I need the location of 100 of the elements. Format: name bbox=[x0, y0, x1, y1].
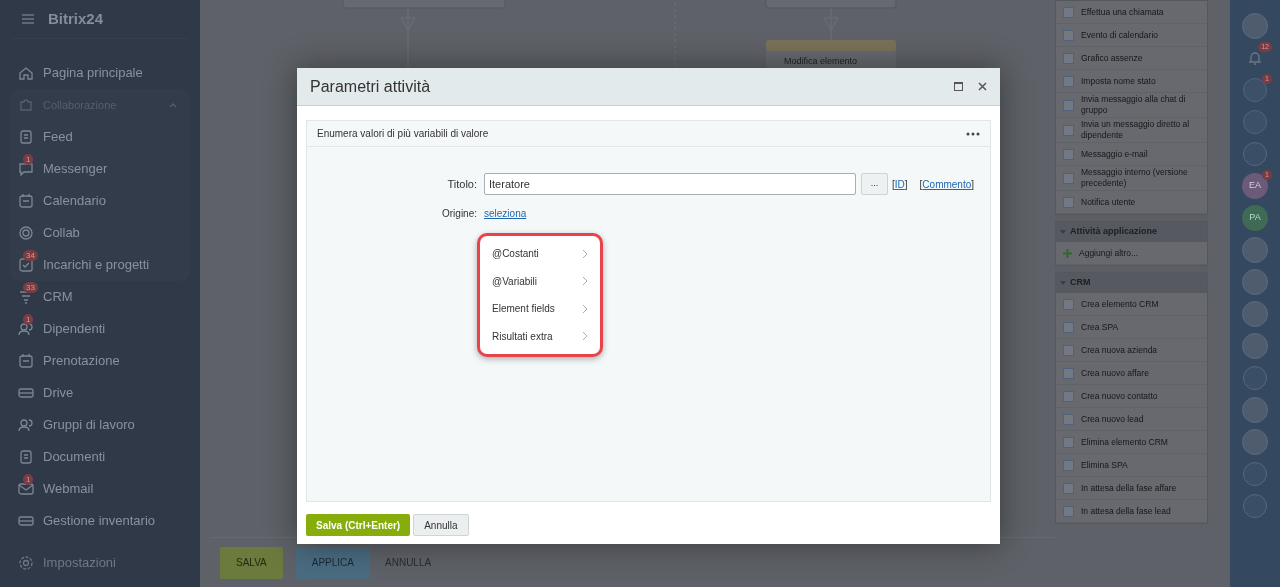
avatar[interactable] bbox=[1242, 237, 1268, 263]
close-icon[interactable] bbox=[978, 82, 987, 91]
activity-item[interactable]: Crea nuova azienda bbox=[1081, 344, 1158, 356]
action-button[interactable]: APPLICA bbox=[295, 546, 370, 579]
activity-icon bbox=[1063, 75, 1074, 87]
sidebar-item[interactable]: Collab bbox=[43, 223, 80, 243]
activity-icon bbox=[1063, 390, 1074, 402]
sidebar-item[interactable]: Gruppi di lavoro bbox=[43, 415, 135, 435]
document-icon bbox=[18, 449, 34, 465]
settings-icon[interactable] bbox=[18, 555, 34, 571]
menu-item[interactable]: @Variabili bbox=[492, 273, 582, 289]
sidebar-item[interactable]: Dipendenti bbox=[43, 319, 106, 339]
title-field[interactable]: Iteratore bbox=[484, 173, 856, 195]
activity-item[interactable]: Crea SPA bbox=[1081, 321, 1119, 333]
activity-icon bbox=[1063, 505, 1074, 517]
activity-item[interactable]: Messaggio interno (versione precedente) bbox=[1081, 167, 1200, 189]
sidebar-item[interactable]: Drive bbox=[43, 383, 74, 403]
checkbox-icon bbox=[18, 257, 34, 273]
dialog-title: Parametri attività bbox=[310, 76, 432, 97]
menu-item[interactable]: Element fields bbox=[492, 301, 582, 317]
activity-item[interactable]: Elimina elemento CRM bbox=[1081, 436, 1168, 448]
save-button[interactable]: Salva (Ctrl+Enter) bbox=[306, 514, 411, 536]
section-header[interactable]: CRM bbox=[1070, 276, 1091, 290]
link[interactable]: [Commento] bbox=[919, 176, 975, 192]
menu-item[interactable]: @Costanti bbox=[492, 246, 582, 262]
activity-icon bbox=[1063, 459, 1074, 471]
calendar-icon bbox=[18, 193, 34, 209]
sidebar-item[interactable]: Pagina principale bbox=[43, 63, 143, 83]
activity-item[interactable]: Invia un messaggio diretto al dipendente bbox=[1081, 119, 1200, 141]
calendar-icon bbox=[18, 353, 34, 369]
activity-icon bbox=[1063, 367, 1074, 379]
activity-item[interactable]: Effettua una chiamata bbox=[1081, 6, 1164, 18]
activity-icon bbox=[1063, 196, 1074, 208]
activity-item[interactable]: Crea nuovo lead bbox=[1081, 413, 1144, 425]
node-title: Modifica elemento bbox=[784, 55, 858, 68]
field-label: Titolo: bbox=[446, 176, 478, 192]
sidebar-item[interactable]: Feed bbox=[43, 127, 73, 147]
maximize-icon[interactable] bbox=[954, 82, 963, 91]
plus-icon bbox=[1063, 248, 1072, 258]
activity-item[interactable]: Messaggio e-mail bbox=[1081, 148, 1148, 160]
menu-item[interactable]: Risultati extra bbox=[492, 328, 582, 344]
link[interactable]: [ID] bbox=[892, 176, 908, 192]
activity-item[interactable]: Crea nuovo contatto bbox=[1081, 390, 1158, 402]
activity-item[interactable]: Imposta nome stato bbox=[1081, 75, 1156, 87]
activity-item[interactable]: Elimina SPA bbox=[1081, 459, 1128, 471]
sidebar-item[interactable]: Calendario bbox=[43, 191, 106, 211]
avatar[interactable]: PA bbox=[1242, 205, 1268, 231]
select-link[interactable]: seleziona bbox=[484, 206, 527, 221]
activity-item[interactable]: Crea elemento CRM bbox=[1081, 298, 1159, 310]
activity-item[interactable]: Invia messaggio alla chat di gruppo bbox=[1081, 94, 1200, 116]
activity-item[interactable]: Evento di calendario bbox=[1081, 29, 1159, 41]
sidebar-item[interactable]: Prenotazione bbox=[43, 351, 120, 371]
activity-item[interactable]: In attesa della fase lead bbox=[1081, 505, 1171, 517]
avatar[interactable] bbox=[1242, 429, 1268, 455]
mail-icon bbox=[18, 481, 34, 497]
sidebar-item[interactable]: Incarichi e progetti bbox=[43, 255, 150, 275]
activity-icon bbox=[1063, 298, 1074, 310]
cancel-button[interactable]: Annulla bbox=[413, 514, 469, 536]
sidebar-item[interactable]: CRM bbox=[43, 287, 73, 307]
avatar[interactable] bbox=[1242, 13, 1268, 39]
avatar[interactable] bbox=[1242, 301, 1268, 327]
chevron-right-icon bbox=[582, 248, 588, 259]
activity-icon bbox=[1063, 29, 1074, 41]
notification-badge: 33 bbox=[23, 282, 38, 293]
avatar[interactable] bbox=[1242, 269, 1268, 295]
sidebar-item[interactable]: Gestione inventario bbox=[43, 511, 155, 531]
activity-icon bbox=[1063, 148, 1074, 160]
activity-icon bbox=[1063, 436, 1074, 448]
drive-icon bbox=[18, 513, 34, 529]
activity-item[interactable]: In attesa della fase affare bbox=[1081, 482, 1177, 494]
circle-icon bbox=[18, 225, 34, 241]
menu-icon[interactable] bbox=[20, 11, 36, 27]
avatar[interactable] bbox=[1242, 333, 1268, 359]
activity-icon bbox=[1063, 99, 1074, 111]
sidebar-item[interactable]: Messenger bbox=[43, 159, 108, 179]
avatar[interactable] bbox=[1242, 397, 1268, 423]
sidebar-item[interactable]: Impostazioni bbox=[43, 553, 116, 573]
drive-icon bbox=[18, 385, 34, 401]
activity-icon bbox=[1063, 413, 1074, 425]
activity-item[interactable]: Crea nuovo affare bbox=[1081, 367, 1149, 379]
field-label: Origine: bbox=[441, 207, 478, 221]
more-icon[interactable] bbox=[966, 131, 980, 136]
chevron-right-icon bbox=[582, 303, 588, 314]
activity-icon bbox=[1063, 52, 1074, 64]
sidebar-item[interactable]: Documenti bbox=[43, 447, 106, 467]
activity-icon bbox=[1063, 6, 1074, 18]
bell-icon[interactable] bbox=[1247, 50, 1263, 66]
sidebar-item[interactable]: Webmail bbox=[43, 479, 94, 499]
ellipsis-button[interactable]: ... bbox=[861, 173, 888, 195]
activity-item[interactable]: Aggiungi altro... bbox=[1079, 247, 1139, 259]
home-icon bbox=[18, 65, 34, 81]
chevron-right-icon bbox=[582, 331, 588, 342]
notification-badge: 1 bbox=[23, 474, 34, 485]
chevron-right-icon bbox=[582, 276, 588, 287]
activity-item[interactable]: Notifica utente bbox=[1081, 196, 1136, 208]
action-button[interactable]: SALVA bbox=[220, 546, 283, 579]
logo[interactable]: Bitrix24 bbox=[48, 7, 104, 31]
activity-icon bbox=[1063, 321, 1074, 333]
activity-icon bbox=[1063, 344, 1074, 356]
activity-item[interactable]: Grafico assenze bbox=[1081, 52, 1143, 64]
